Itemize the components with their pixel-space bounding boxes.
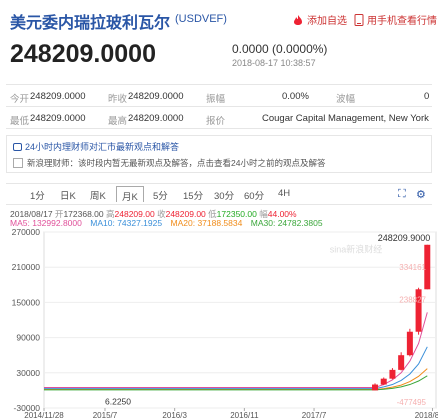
tab-15min[interactable]: 15分	[183, 188, 203, 202]
stat-value: 0.00%	[282, 91, 309, 102]
x-tick-label: 2015/7	[93, 411, 118, 420]
current-price: 248209.0000	[10, 40, 156, 68]
stat-value: 248209.0000	[128, 91, 184, 102]
y-tick-label: 150000	[12, 297, 41, 307]
x-tick-label: 2017/7	[302, 411, 327, 420]
stat-label: 最低	[10, 116, 30, 127]
tab-day[interactable]: 日K	[60, 188, 76, 202]
stat-label: 最高	[108, 116, 128, 127]
news-title-link[interactable]: 24小时内理财师对汇市最新观点和解答	[13, 140, 179, 153]
stat-value: 248209.0000	[30, 91, 86, 102]
tab-5min[interactable]: 5分	[153, 188, 168, 202]
speech-bubble-icon	[13, 143, 22, 151]
quote-time: 2018-08-17 10:38:57	[232, 58, 316, 68]
candle-body	[406, 331, 413, 356]
stats-row: 今开 248209.0000 昨收 248209.0000 振幅 0.00% 波…	[6, 85, 432, 107]
tab-30min[interactable]: 30分	[214, 188, 234, 202]
candle-body	[398, 355, 405, 370]
price-change: 0.0000 (0.0000%)	[232, 42, 328, 56]
x-tick-label: 2018/8/17	[415, 411, 438, 420]
stat-value: 248209.0000	[128, 113, 184, 124]
news-panel: 24小时内理财师对汇市最新观点和解答 新浪理财师：该时段内暂无最新观点及解答，点…	[6, 135, 432, 173]
period-tabs: 1分 日K 周K 月K 5分 15分 30分 60分 4H ⛶ ⚙	[6, 183, 432, 205]
min-price-label: 6.2250	[105, 396, 131, 406]
stat-value: 0	[424, 91, 430, 102]
plot-frame	[43, 231, 437, 409]
mobile-view-label: 用手机查看行情	[367, 16, 437, 27]
settings-icon[interactable]: ⚙	[416, 188, 426, 201]
stat-label: 波幅	[336, 94, 356, 105]
right-scale-label: 238827	[399, 295, 426, 304]
add-watch-button[interactable]: 添加自选	[292, 12, 347, 27]
stat-value: 248209.0000	[30, 113, 86, 124]
header: 美元委内瑞拉玻利瓦尔 (USDVEF) 添加自选 用手机查看行情	[0, 0, 438, 40]
tab-month[interactable]: 月K	[116, 186, 144, 203]
phone-icon	[354, 13, 364, 26]
news-title: 24小时内理财师对汇市最新观点和解答	[25, 142, 180, 152]
stat-label: 昨收	[108, 94, 128, 105]
x-tick-label: 2014/11/28	[24, 411, 64, 420]
candle-body	[389, 369, 396, 379]
stats-table: 今开 248209.0000 昨收 248209.0000 振幅 0.00% 波…	[6, 84, 432, 129]
right-scale-label: 334161	[399, 263, 426, 272]
stat-label: 振幅	[206, 94, 226, 105]
x-tick-label: 2016/3	[162, 411, 187, 420]
flame-icon	[294, 14, 302, 25]
page-title: 美元委内瑞拉玻利瓦尔	[10, 13, 171, 32]
doc-icon	[13, 158, 23, 168]
stats-row: 最低 248209.0000 最高 248209.0000 报价 Cougar …	[6, 107, 432, 129]
tab-week[interactable]: 周K	[90, 188, 106, 202]
ma5-line	[44, 312, 428, 388]
mobile-view-button[interactable]: 用手机查看行情	[354, 12, 437, 27]
y-tick-label: 270000	[12, 227, 41, 237]
tab-4h[interactable]: 4H	[278, 188, 290, 199]
add-watch-label: 添加自选	[307, 16, 347, 27]
stat-value: Cougar Capital Management, New York	[262, 113, 429, 124]
candle-body	[372, 384, 379, 391]
tab-1min[interactable]: 1分	[30, 188, 45, 202]
candle-body	[380, 378, 387, 385]
kline-chart[interactable]: 2700002100001500009000030000-300002014/1…	[0, 222, 438, 420]
y-tick-label: 90000	[16, 333, 40, 343]
ma10-line	[44, 346, 428, 390]
news-item[interactable]: 新浪理财师：该时段内暂无最新观点及解答，点击查看24小时之前的观点及解答	[13, 157, 325, 169]
symbol-code: (USDVEF)	[175, 13, 227, 25]
fullscreen-icon[interactable]: ⛶	[398, 188, 406, 201]
x-tick-label: 2016/11	[230, 411, 259, 420]
max-price-label: 248209.9000	[378, 233, 431, 243]
ma20-line	[44, 368, 428, 391]
right-scale-label: -477495	[397, 398, 427, 407]
stat-label: 今开	[10, 94, 30, 105]
stat-label: 报价	[206, 116, 226, 127]
news-text: 新浪理财师：该时段内暂无最新观点及解答，点击查看24小时之前的观点及解答	[27, 158, 326, 168]
y-tick-label: 30000	[16, 368, 40, 378]
y-tick-label: 210000	[12, 262, 41, 272]
tab-60min[interactable]: 60分	[244, 188, 264, 202]
watermark: sina新浪财经	[330, 244, 383, 255]
